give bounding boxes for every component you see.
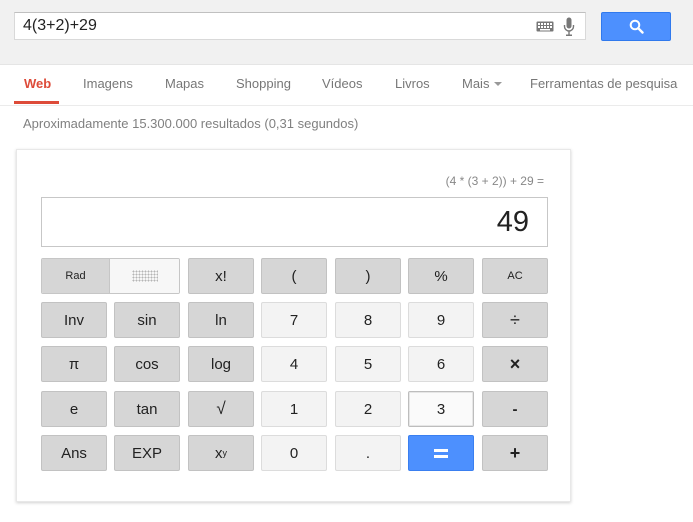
deg-mode-button[interactable] bbox=[109, 259, 179, 293]
factorial-button[interactable]: x! bbox=[188, 258, 254, 294]
search-box[interactable] bbox=[14, 12, 586, 40]
tab-maps[interactable]: Mapas bbox=[165, 76, 204, 91]
divide-button[interactable]: ÷ bbox=[482, 302, 548, 338]
microphone-icon[interactable] bbox=[563, 17, 575, 37]
digit-1-button[interactable]: 1 bbox=[261, 391, 327, 427]
tab-books[interactable]: Livros bbox=[395, 76, 430, 91]
calculator-expression: (4 * (3 + 2)) + 29 = bbox=[445, 174, 544, 188]
cos-button[interactable]: cos bbox=[114, 346, 180, 382]
percent-button[interactable]: % bbox=[408, 258, 474, 294]
decimal-point-button[interactable]: . bbox=[335, 435, 401, 471]
multiply-button[interactable]: × bbox=[482, 346, 548, 382]
digit-6-button[interactable]: 6 bbox=[408, 346, 474, 382]
power-base: x bbox=[215, 444, 223, 462]
chevron-down-icon bbox=[494, 82, 503, 86]
euler-button[interactable]: e bbox=[41, 391, 107, 427]
tab-images[interactable]: Imagens bbox=[83, 76, 133, 91]
search-nav-tabs: Web Imagens Mapas Shopping Vídeos Livros… bbox=[0, 64, 693, 106]
tan-button[interactable]: tan bbox=[114, 391, 180, 427]
digit-9-button[interactable]: 9 bbox=[408, 302, 474, 338]
search-header bbox=[0, 0, 693, 65]
digit-8-button[interactable]: 8 bbox=[335, 302, 401, 338]
log-button[interactable]: log bbox=[188, 346, 254, 382]
pi-button[interactable]: π bbox=[41, 346, 107, 382]
equals-button[interactable] bbox=[408, 435, 474, 471]
tab-shopping[interactable]: Shopping bbox=[236, 76, 291, 91]
keyboard-icon[interactable] bbox=[536, 21, 554, 32]
sqrt-button[interactable]: √ bbox=[188, 391, 254, 427]
search-button[interactable] bbox=[601, 12, 671, 41]
tab-more-label: Mais bbox=[462, 76, 490, 91]
right-paren-button[interactable]: ) bbox=[335, 258, 401, 294]
search-icon bbox=[629, 19, 644, 34]
ln-button[interactable]: ln bbox=[188, 302, 254, 338]
left-paren-button[interactable]: ( bbox=[261, 258, 327, 294]
plus-button[interactable]: + bbox=[482, 435, 548, 471]
results-count: Aproximadamente 15.300.000 resultados (0… bbox=[23, 116, 359, 131]
equals-icon bbox=[434, 448, 448, 458]
tab-web[interactable]: Web bbox=[24, 76, 51, 91]
digit-7-button[interactable]: 7 bbox=[261, 302, 327, 338]
ans-button[interactable]: Ans bbox=[41, 435, 107, 471]
calculator-display: 49 bbox=[41, 197, 548, 247]
tab-more[interactable]: Mais bbox=[462, 76, 503, 91]
search-input[interactable] bbox=[23, 16, 523, 36]
inverse-button[interactable]: Inv bbox=[41, 302, 107, 338]
rad-mode-button[interactable]: Rad bbox=[42, 259, 109, 293]
tab-videos[interactable]: Vídeos bbox=[322, 76, 362, 91]
digit-0-button[interactable]: 0 bbox=[261, 435, 327, 471]
power-button[interactable]: xy bbox=[188, 435, 254, 471]
all-clear-button[interactable]: AC bbox=[482, 258, 548, 294]
exp-button[interactable]: EXP bbox=[114, 435, 180, 471]
digit-4-button[interactable]: 4 bbox=[261, 346, 327, 382]
digit-3-button[interactable]: 3 bbox=[408, 391, 474, 427]
sin-button[interactable]: sin bbox=[114, 302, 180, 338]
calculator-result: 49 bbox=[496, 206, 529, 238]
minus-button[interactable]: - bbox=[482, 391, 548, 427]
dotted-grid-icon bbox=[131, 270, 158, 282]
active-tab-indicator bbox=[14, 101, 59, 104]
digit-5-button[interactable]: 5 bbox=[335, 346, 401, 382]
calculator-card: (4 * (3 + 2)) + 29 = 49 Rad x! ( ) % AC … bbox=[16, 149, 571, 502]
tab-search-tools[interactable]: Ferramentas de pesquisa bbox=[530, 76, 677, 91]
angle-mode-toggle[interactable]: Rad bbox=[41, 258, 180, 294]
digit-2-button[interactable]: 2 bbox=[335, 391, 401, 427]
power-exponent: y bbox=[222, 448, 228, 458]
